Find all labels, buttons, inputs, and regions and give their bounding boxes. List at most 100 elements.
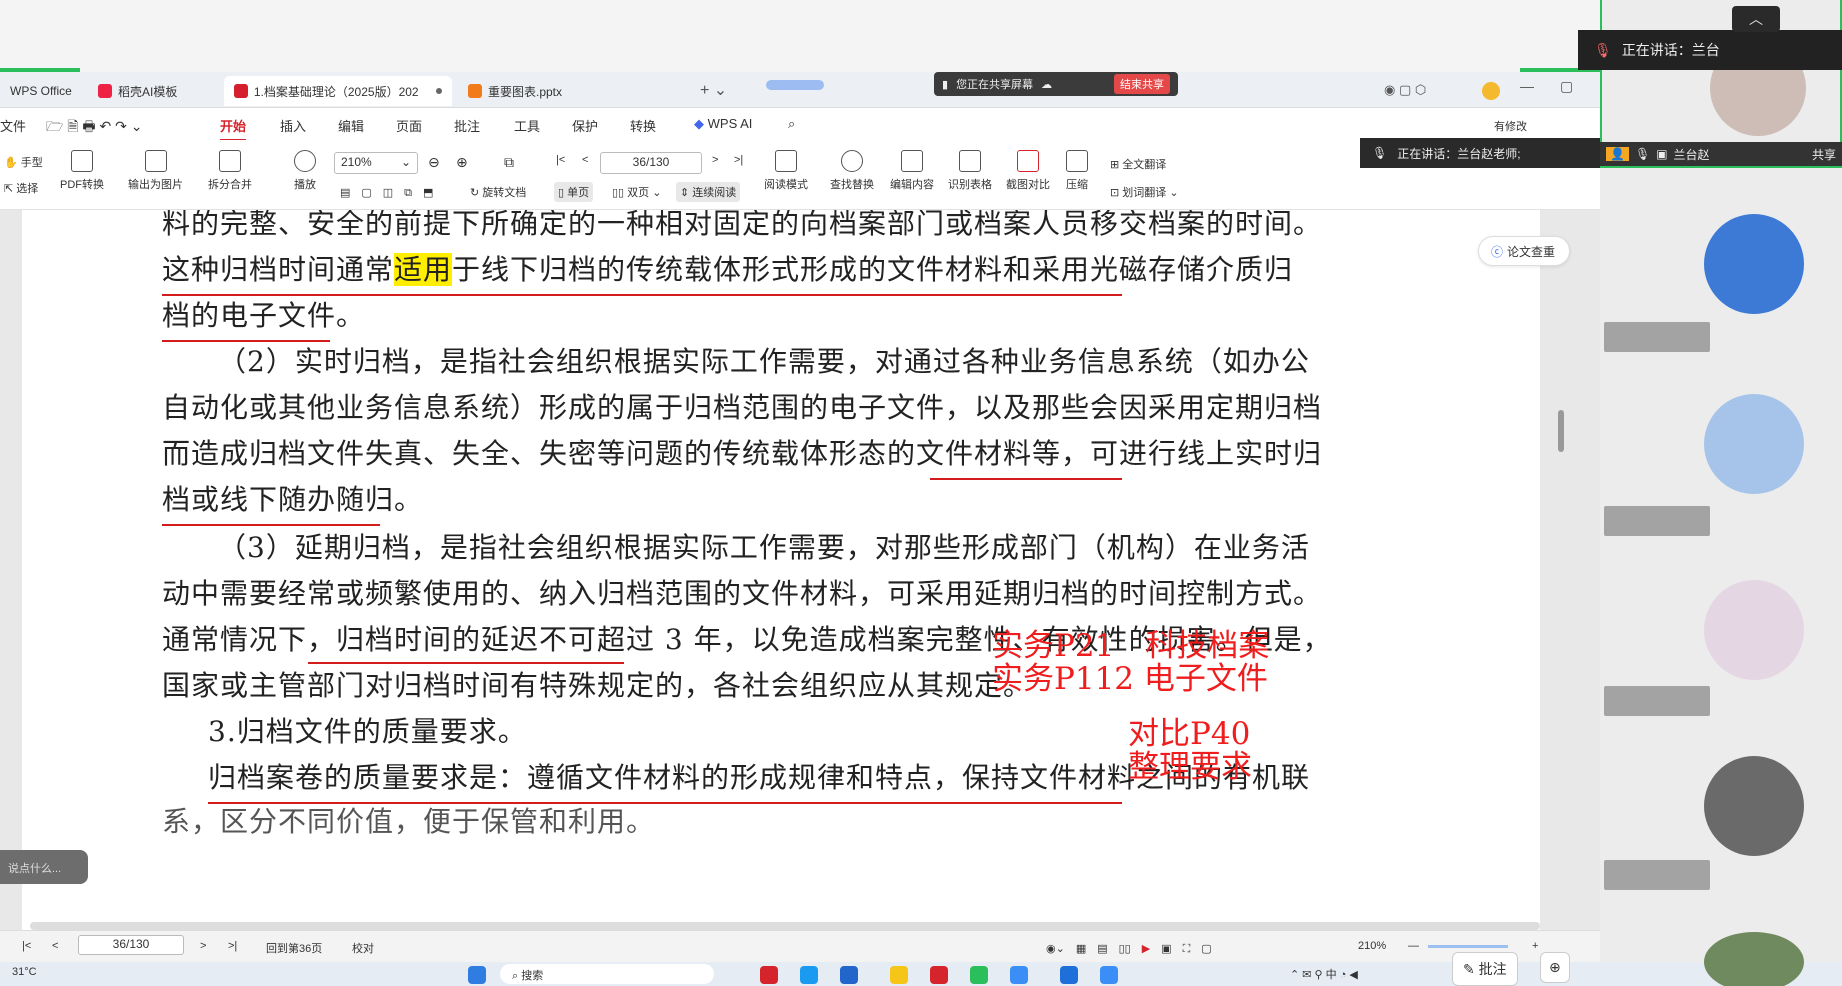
annotation-text: 整理要求 [1128, 748, 1252, 785]
participant-avatar[interactable] [1704, 394, 1804, 494]
screenshot-compare-button[interactable]: 截图对比 [1006, 150, 1050, 192]
tab-pptx[interactable]: 重要图表.pptx [458, 76, 688, 106]
taskbar: 31°C ⌕ 搜索 ⌃ ✉ ⚲ 中 ◔ ◀ ✎ 批注 ⊕ [0, 952, 1842, 986]
app-icon[interactable] [1010, 966, 1028, 984]
folder-icon[interactable] [890, 966, 908, 984]
continuous-read-button[interactable]: ⇕ 连续阅读 [676, 182, 741, 202]
maximize-icon[interactable]: ▢ [1560, 78, 1573, 95]
hand-tool-button[interactable]: ✋ 手型 [4, 154, 43, 170]
full-translate-button[interactable]: ⊞ 全文翻译 [1110, 156, 1166, 172]
wps-icon[interactable] [930, 966, 948, 984]
minimize-icon[interactable]: — [1520, 78, 1534, 94]
tab-bar: WPS Office 稻壳AI模板 1.档案基础理论（2025版）202 重要图… [0, 72, 1600, 108]
first-page-icon[interactable]: |< [556, 154, 565, 166]
user-avatar[interactable] [1482, 82, 1500, 100]
double-page-button[interactable]: ▯▯ 双页 ⌄ [612, 184, 661, 200]
tab-convert[interactable]: 转换 [630, 116, 656, 135]
zoom-out-icon[interactable]: ⊖ [428, 154, 440, 171]
window-tools-icon[interactable]: ◉ ▢ ⬡ [1384, 82, 1426, 98]
play-button[interactable]: 播放 [294, 150, 316, 192]
cloud-icon: ☁ [1041, 78, 1053, 91]
new-tab-icon[interactable]: + ⌄ [700, 80, 727, 100]
wps-ai-button[interactable]: ◆ WPS AI [694, 116, 752, 132]
view-options-icons[interactable]: ▤ ▢ ◫ ⧉ ⬒ [340, 184, 433, 200]
collapse-panel-button[interactable]: ︿ [1732, 6, 1780, 32]
read-mode-button[interactable]: 阅读模式 [764, 150, 808, 192]
compress-button[interactable]: 压缩 [1066, 150, 1088, 192]
word-translate-button[interactable]: ⊡ 划词翻译 ⌄ [1110, 184, 1179, 200]
rotate-doc-button[interactable]: ↻ 旋转文档 [470, 184, 526, 200]
zoom-in-icon[interactable]: + [1532, 940, 1538, 952]
status-page-input[interactable]: 36/130 [78, 935, 184, 955]
tab-edit[interactable]: 编辑 [338, 116, 364, 135]
view-mode-icons[interactable]: ◉⌄ ▦ ▤ ▯▯ ▶ ▣ ⛶ ▢ [1046, 940, 1212, 956]
zoom-in-icon[interactable]: ⊕ [456, 154, 468, 171]
export-image-button[interactable]: 输出为图片 [128, 150, 183, 192]
essay-check-button[interactable]: ⓒ 论文查重 [1478, 236, 1570, 266]
quick-access-icons[interactable]: 🗁 🗎 🖶 ↶ ↷ ⌄ [46, 116, 142, 140]
zoom-tool-icon[interactable]: ⊕ [1540, 952, 1570, 983]
first-page-icon[interactable]: |< [22, 940, 31, 952]
pdf-convert-button[interactable]: PDF转换 [60, 150, 104, 192]
participant-avatar[interactable] [1704, 580, 1804, 680]
annotate-button[interactable]: ✎ 批注 [1452, 952, 1518, 986]
find-replace-button[interactable]: 查找替换 [830, 150, 874, 192]
taskbar-search[interactable]: ⌕ 搜索 [500, 964, 714, 984]
tab-tools[interactable]: 工具 [514, 116, 540, 135]
next-page-icon[interactable]: > [200, 940, 206, 952]
export-image-label: 输出为图片 [128, 179, 183, 191]
vertical-scrollbar[interactable] [1558, 410, 1564, 452]
zoom-select[interactable]: 210% ⌄ [334, 152, 418, 174]
start-icon[interactable] [468, 966, 486, 984]
next-page-icon[interactable]: > [712, 154, 718, 166]
drag-handle[interactable] [766, 80, 824, 90]
zoom-out-icon[interactable]: — [1408, 940, 1419, 952]
horizontal-scrollbar[interactable] [30, 922, 1540, 930]
document-area: 料的完整、安全的前提下所确定的一种相对固定的向档案部门或档案人员移交档案的时间。… [0, 210, 1600, 930]
tab-protect[interactable]: 保护 [572, 116, 598, 135]
participant-avatar[interactable] [1704, 756, 1804, 856]
app-icon[interactable] [840, 966, 858, 984]
split-merge-button[interactable]: 拆分合并 [208, 150, 252, 192]
page-input[interactable]: 36/130 [600, 152, 702, 174]
menu-file[interactable]: 文件 [0, 116, 26, 135]
tab-start[interactable]: 开始 [220, 116, 247, 141]
participant-avatar[interactable] [1704, 932, 1804, 986]
select-tool-button[interactable]: ⇱ 选择 [4, 180, 38, 196]
revise-status[interactable]: 有修改 [1494, 118, 1527, 134]
fit-page-icon[interactable]: ⧉ [504, 154, 514, 171]
prev-page-icon[interactable]: < [582, 154, 588, 166]
tab-page[interactable]: 页面 [396, 116, 422, 135]
essay-check-label: 论文查重 [1507, 244, 1556, 259]
single-page-button[interactable]: ▯ 单页 [554, 182, 594, 202]
app-icon[interactable] [1060, 966, 1078, 984]
compress-icon [1066, 150, 1088, 172]
participant-avatar[interactable] [1704, 214, 1804, 314]
stop-share-button[interactable]: 结束共享 [1114, 74, 1170, 94]
annotation-text: 实务P21 科技档案 [992, 628, 1270, 664]
edit-content-button[interactable]: 编辑内容 [890, 150, 934, 192]
zoom-slider[interactable] [1428, 945, 1508, 948]
tab-wps-office[interactable]: WPS Office [0, 76, 80, 106]
wechat-icon[interactable] [970, 966, 988, 984]
search-icon[interactable]: ⌕ [788, 116, 795, 132]
prev-page-icon[interactable]: < [52, 940, 58, 952]
app-icon[interactable] [1100, 966, 1118, 984]
last-page-icon[interactable]: >| [734, 154, 743, 166]
doc-line: 自动化或其他业务信息系统）形成的属于归档范围的电子文件，以及那些会因采用定期归档 [162, 391, 1323, 424]
tab-docer-ai[interactable]: 稻壳AI模板 [88, 76, 218, 106]
chat-input[interactable]: 说点什么... [0, 850, 88, 884]
last-page-icon[interactable]: >| [228, 940, 237, 952]
tab-insert[interactable]: 插入 [280, 116, 306, 135]
tab-current-document[interactable]: 1.档案基础理论（2025版）202 [224, 76, 452, 106]
recognize-table-button[interactable]: 识别表格 [948, 150, 992, 192]
app-icon[interactable] [800, 966, 818, 984]
proofread-button[interactable]: 校对 [352, 940, 374, 956]
tab-comment[interactable]: 批注 [454, 116, 480, 135]
app-icon[interactable] [760, 966, 778, 984]
tray-icons[interactable]: ⌃ ✉ ⚲ 中 ◔ ◀ [1290, 966, 1358, 982]
back-to-page-link[interactable]: 回到第36页 [266, 940, 322, 956]
status-zoom[interactable]: 210% [1358, 940, 1386, 952]
handwritten-annotation: 对比P40 整理要求 [1128, 718, 1252, 783]
self-name: 兰台赵 [1673, 147, 1710, 162]
